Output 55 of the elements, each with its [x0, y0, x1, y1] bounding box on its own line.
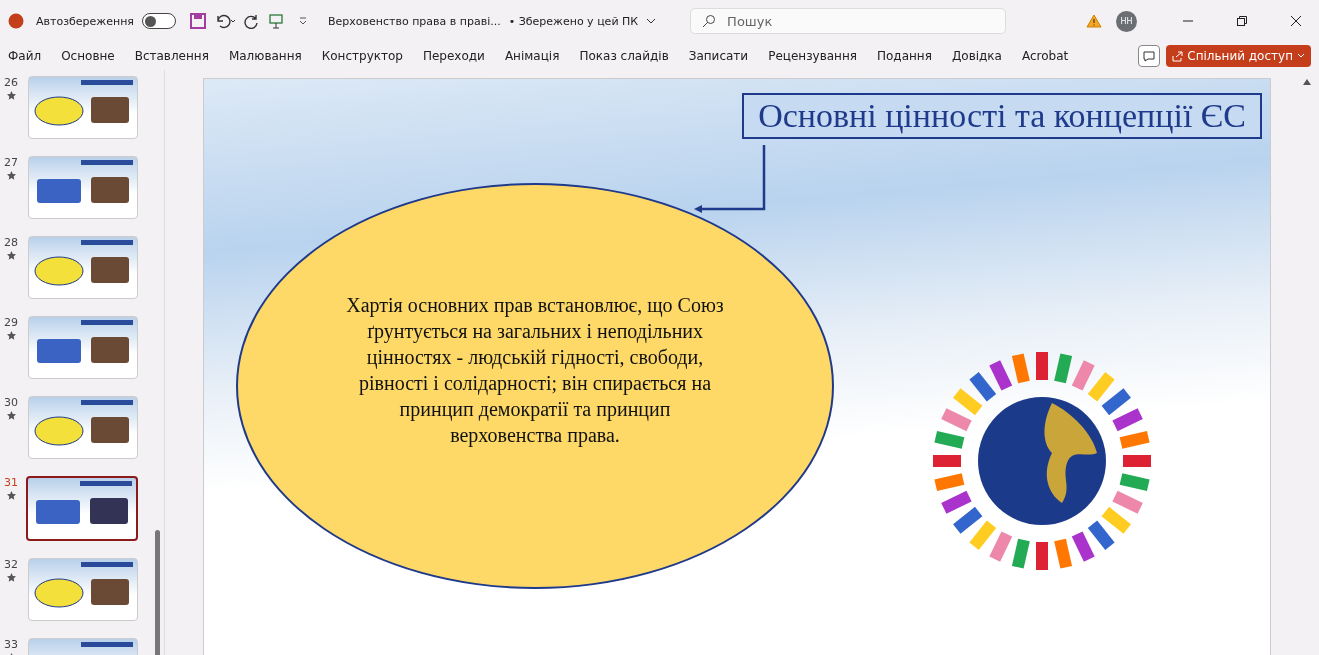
slide-number: 29	[4, 316, 18, 329]
redo-icon[interactable]	[244, 13, 260, 29]
slide-number: 30	[4, 396, 18, 409]
slide-number: 27	[4, 156, 18, 169]
menu-tab[interactable]: Довідка	[951, 49, 1002, 63]
autosave-label: Автозбереження	[36, 14, 134, 28]
slide-number: 26	[4, 76, 18, 89]
save-icon[interactable]	[190, 13, 206, 29]
user-avatar[interactable]: НН	[1116, 10, 1137, 32]
star-icon	[7, 491, 16, 500]
chevron-down-icon[interactable]	[646, 17, 657, 25]
app-logo-icon	[8, 13, 24, 29]
scroll-up-icon[interactable]	[1303, 79, 1311, 85]
slide-number: 32	[4, 558, 18, 571]
slide-number: 31	[4, 476, 18, 489]
star-icon	[7, 411, 16, 420]
star-icon	[7, 251, 16, 260]
presentation-icon[interactable]	[268, 13, 284, 29]
star-icon	[7, 91, 16, 100]
warning-icon[interactable]	[1086, 14, 1102, 28]
menu-tab[interactable]: Вставлення	[134, 49, 209, 63]
menu-tab[interactable]: Подання	[877, 49, 932, 63]
menu-tab[interactable]: Основне	[61, 49, 115, 63]
share-icon	[1172, 50, 1184, 62]
share-button[interactable]: Спільний доступ	[1166, 45, 1311, 67]
menu-tab[interactable]: Анімація	[504, 49, 560, 63]
slide-title: Основні цінності та концепції ЄС	[742, 93, 1262, 139]
menu-tab[interactable]: Переходи	[422, 49, 485, 63]
menu-tab[interactable]: Показ слайдів	[579, 49, 669, 63]
search-icon	[702, 14, 717, 28]
slide-number: 33	[4, 638, 18, 651]
restore-icon	[1237, 16, 1247, 26]
undo-icon[interactable]	[214, 13, 236, 29]
slide-body-text: Хартія основних прав встановлює, що Союз ґрунтується на загальних і неподільних цінностях - людській гідності, свободи, рівності і солідарності; він спирається на принцип демократії та принцип верховенства права.	[345, 293, 725, 448]
star-icon	[7, 331, 16, 340]
speech-bubble-icon	[1143, 50, 1156, 62]
menu-tab[interactable]: Файл	[8, 49, 42, 63]
menu-tab[interactable]: Записати	[688, 49, 749, 63]
search-field[interactable]: Пошук	[690, 8, 1007, 34]
slide-thumbnail[interactable]	[26, 476, 138, 541]
menu-tab[interactable]: Acrobat	[1021, 49, 1069, 63]
menu-tab[interactable]: Малювання	[228, 49, 302, 63]
star-icon	[7, 573, 16, 582]
close-icon	[1291, 16, 1301, 26]
menu-tab[interactable]: Рецензування	[768, 49, 857, 63]
menu-tab[interactable]: Конструктор	[321, 49, 403, 63]
customize-caret-icon[interactable]	[298, 16, 308, 26]
connector-arrow	[694, 145, 766, 215]
slide-number: 28	[4, 236, 18, 249]
save-status[interactable]: • Збережено у цей ПК	[508, 14, 639, 28]
caret-icon	[1297, 53, 1305, 59]
star-icon	[7, 171, 16, 180]
comment-button[interactable]	[1138, 45, 1161, 67]
autosave-toggle[interactable]	[142, 13, 176, 29]
document-title: Верховенство права в праві...	[328, 14, 501, 28]
